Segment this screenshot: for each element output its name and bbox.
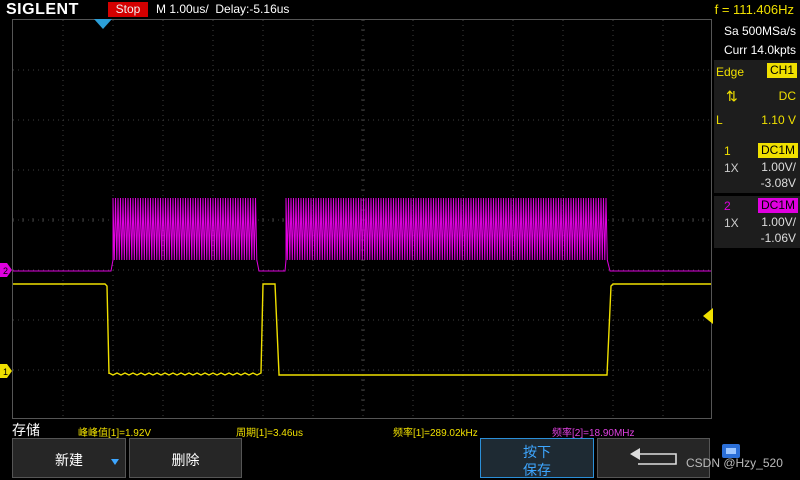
ch2-marker[interactable]: 2 bbox=[0, 263, 12, 277]
measurement-freq-ch1: 频率[1]=289.02kHz bbox=[393, 428, 478, 439]
delete-button-label: 删除 bbox=[171, 452, 200, 468]
measurement-vpp: 峰峰值[1]=1.92V bbox=[78, 428, 152, 439]
measurement-bar: 存储 峰峰值[1]=1.92V 周期[1]=3.46us 频率[1]=289.0… bbox=[0, 419, 712, 439]
trigger-coupling: DC bbox=[778, 89, 796, 103]
run-state-badge[interactable]: Stop bbox=[108, 2, 148, 17]
watermark: CSDN @Hzy_520 bbox=[686, 456, 783, 470]
memory-depth: Curr 14.0kpts bbox=[723, 43, 796, 57]
ch1-probe: 1X bbox=[724, 161, 739, 175]
ch2-offset: -1.06V bbox=[760, 231, 796, 245]
timebase-readout[interactable]: M 1.00us/ Delay:-5.16us bbox=[156, 1, 289, 17]
delay-value: Delay:-5.16us bbox=[215, 2, 290, 16]
press-save-line2: 保存 bbox=[523, 462, 551, 478]
ch2-marker-label: 2 bbox=[3, 266, 8, 276]
menu-title: 存储 bbox=[12, 422, 40, 438]
ch2-probe: 1X bbox=[724, 216, 739, 230]
trigger-slope-icon: ⇅ bbox=[726, 88, 738, 104]
new-button-label: 新建 bbox=[55, 452, 83, 468]
ch2-scale: 1.00V/ bbox=[761, 215, 796, 229]
trigger-source-badge: CH1 bbox=[767, 63, 797, 78]
brand-logo: SIGLENT bbox=[6, 1, 79, 18]
trigger-panel[interactable]: Edge CH1 ⇅ DC L 1.10 V bbox=[714, 60, 800, 152]
measurement-period: 周期[1]=3.46us bbox=[236, 428, 303, 439]
waveform-canvas bbox=[13, 20, 711, 418]
trigger-level-label: L bbox=[716, 113, 723, 127]
ch2-number: 2 bbox=[724, 199, 731, 213]
ch1-marker-label: 1 bbox=[3, 367, 8, 377]
ch1-number: 1 bbox=[724, 144, 731, 158]
new-button[interactable]: 新建 bbox=[12, 438, 126, 478]
press-save-button[interactable]: 按下 保存 bbox=[480, 438, 594, 478]
trigger-position-marker-icon[interactable] bbox=[94, 19, 112, 29]
ch2-info[interactable]: 2 DC1M 1X 1.00V/ -1.06V bbox=[714, 196, 800, 248]
measurement-freq-ch2: 频率[2]=18.90MHz bbox=[552, 428, 635, 439]
ch1-marker[interactable]: 1 bbox=[0, 364, 12, 378]
ch1-scale: 1.00V/ bbox=[761, 160, 796, 174]
waveform-display[interactable] bbox=[12, 19, 712, 419]
ch2-coupling-badge: DC1M bbox=[758, 198, 798, 213]
trigger-type: Edge bbox=[716, 65, 745, 79]
timebase-value: M 1.00us/ bbox=[156, 2, 209, 16]
frequency-counter: f = 111.406Hz bbox=[714, 2, 794, 17]
press-save-line1: 按下 bbox=[523, 444, 551, 460]
ch1-coupling-badge: DC1M bbox=[758, 143, 798, 158]
delete-button[interactable]: 删除 bbox=[129, 438, 242, 478]
chevron-down-icon bbox=[111, 459, 119, 465]
ch1-offset: -3.08V bbox=[760, 176, 796, 190]
sample-rate: Sa 500MSa/s bbox=[723, 24, 796, 38]
right-info-panel: Sa 500MSa/s Curr 14.0kpts Edge CH1 ⇅ DC … bbox=[712, 19, 800, 435]
trigger-level-value: 1.10 V bbox=[761, 113, 796, 127]
status-bar: SIGLENT Stop M 1.00us/ Delay:-5.16us f =… bbox=[0, 0, 800, 19]
ch1-info[interactable]: 1 DC1M 1X 1.00V/ -3.08V bbox=[714, 141, 800, 193]
